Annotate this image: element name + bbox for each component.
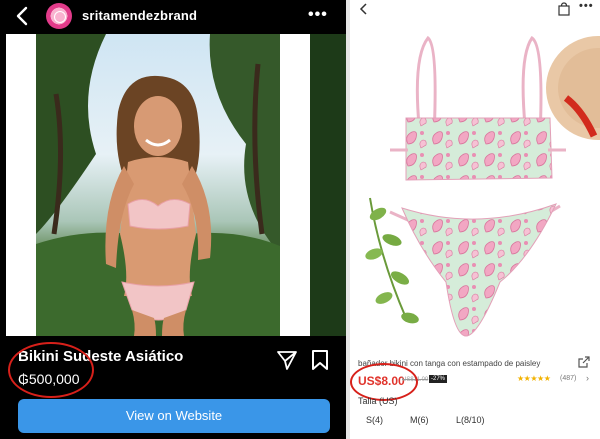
price-highlight-circle bbox=[8, 342, 94, 398]
product-image[interactable] bbox=[350, 18, 600, 354]
model-photo-illustration bbox=[36, 34, 280, 336]
review-count[interactable]: (487) bbox=[560, 375, 576, 382]
photo-edge bbox=[310, 34, 346, 336]
more-options-icon[interactable]: ••• bbox=[579, 0, 594, 12]
share-send-icon[interactable] bbox=[276, 349, 298, 371]
discount-badge: -27% bbox=[429, 375, 448, 383]
bookmark-icon[interactable] bbox=[310, 349, 330, 371]
back-chevron-icon[interactable] bbox=[358, 2, 370, 16]
view-on-website-button[interactable]: View on Website bbox=[18, 399, 330, 433]
post-header: sritamendezbrand ••• bbox=[0, 0, 346, 32]
back-arrow-icon[interactable] bbox=[12, 5, 34, 27]
size-option[interactable]: M(6) bbox=[410, 415, 429, 425]
shop-product-screen: ••• bañador bikini con tanga con estampa… bbox=[350, 0, 600, 439]
instagram-post-screen: sritamendezbrand ••• Bikini Sudeste Asiá… bbox=[0, 0, 346, 439]
size-option[interactable]: S(4) bbox=[366, 415, 383, 425]
post-photo-frame bbox=[6, 34, 340, 336]
share-icon[interactable] bbox=[578, 356, 590, 368]
size-label: Talla (US) bbox=[358, 396, 398, 406]
bikini-product-illustration bbox=[365, 35, 600, 337]
shopping-bag-icon[interactable] bbox=[557, 2, 571, 16]
post-photo[interactable] bbox=[36, 34, 280, 336]
username[interactable]: sritamendezbrand bbox=[82, 8, 197, 23]
rating-stars[interactable]: ★★★★★ bbox=[517, 374, 551, 383]
more-options-icon[interactable]: ••• bbox=[308, 6, 328, 24]
size-option[interactable]: L(8/10) bbox=[456, 415, 485, 425]
chevron-right-icon[interactable]: › bbox=[586, 373, 589, 383]
avatar[interactable] bbox=[46, 3, 72, 29]
